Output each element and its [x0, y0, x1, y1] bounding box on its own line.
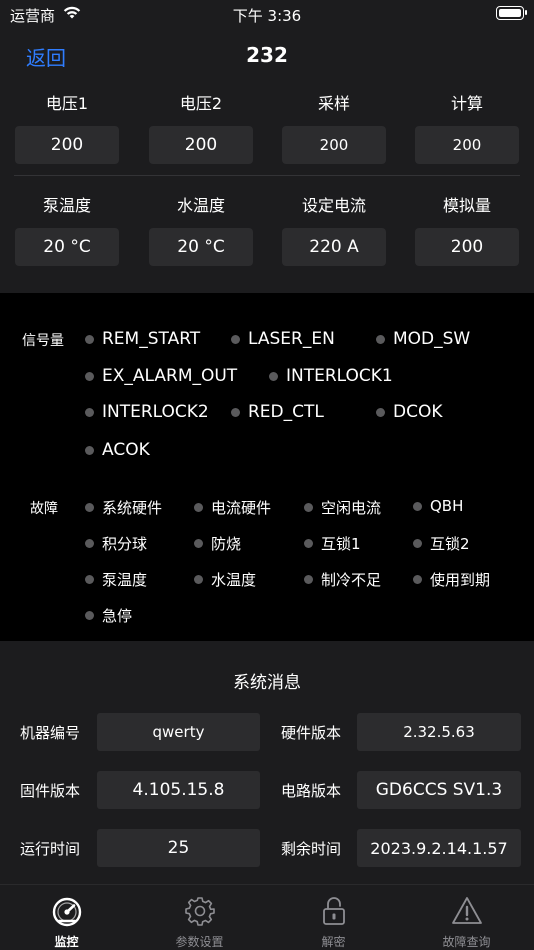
- metric-value-sampling: 200: [282, 126, 386, 164]
- gauge-icon: [52, 897, 81, 927]
- metric-value-calc: 200: [415, 126, 519, 164]
- signal-indicator: INTERLOCK1: [269, 366, 393, 386]
- signal-indicator: RED_CTL: [231, 402, 324, 422]
- tab-monitor[interactable]: 监控: [0, 885, 133, 950]
- status-dot-icon: [304, 503, 313, 512]
- fault-indicator: QBH: [413, 497, 463, 515]
- metric-label-pump-temp: 泵温度: [42, 196, 91, 215]
- gear-icon: [184, 897, 215, 926]
- status-dot-icon: [194, 575, 203, 584]
- status-dot-icon: [413, 539, 422, 548]
- fault-indicator: 空闲电流: [304, 497, 381, 518]
- signal-indicator: EX_ALARM_OUT: [85, 366, 237, 386]
- signals-label: 信号量: [22, 333, 64, 349]
- signal-indicator: INTERLOCK2: [85, 402, 209, 422]
- fault-indicator: 互锁1: [304, 533, 361, 554]
- metric-value-set-current: 220 A: [282, 228, 386, 266]
- status-dot-icon: [85, 539, 94, 548]
- status-dot-icon: [194, 539, 203, 548]
- info-label-firmware-version: 固件版本: [20, 782, 81, 800]
- info-label-remaining-time: 剩余时间: [281, 840, 342, 858]
- status-dot-icon: [194, 503, 203, 512]
- signal-indicator: ACOK: [85, 440, 150, 460]
- fault-indicator: 急停: [85, 605, 132, 626]
- system-section-title: 系统消息: [233, 673, 301, 693]
- tab-label: 参数设置: [175, 935, 224, 949]
- metric-value-analog: 200: [415, 228, 519, 266]
- status-dot-icon: [85, 503, 94, 512]
- info-label-machine-id: 机器编号: [20, 724, 81, 742]
- fault-indicator: 互锁2: [413, 533, 470, 554]
- status-dot-icon: [269, 371, 278, 381]
- info-value-remaining-time: 2023.9.2.14.1.57: [357, 829, 521, 867]
- info-value-machine-id: qwerty: [97, 713, 260, 751]
- status-bar: 运营商 下午 3:36: [0, 0, 534, 28]
- info-value-hardware-version: 2.32.5.63: [357, 713, 521, 751]
- status-dot-icon: [304, 575, 313, 584]
- faults-label: 故障: [30, 501, 58, 517]
- tab-settings[interactable]: 参数设置: [133, 885, 266, 950]
- divider: [14, 175, 520, 176]
- tab-decrypt[interactable]: 解密: [267, 885, 400, 950]
- status-dot-icon: [85, 445, 94, 455]
- metric-label-set-current: 设定电流: [301, 196, 366, 215]
- clock: 下午 3:36: [232, 7, 302, 25]
- fault-indicator: 系统硬件: [85, 497, 162, 518]
- metric-label-water-temp: 水温度: [176, 196, 225, 215]
- metric-label-voltage1: 电压1: [45, 94, 89, 113]
- metric-value-voltage1: 200: [15, 126, 119, 164]
- fault-indicator: 积分球: [85, 533, 147, 554]
- tab-label: 监控: [54, 935, 79, 949]
- status-dot-icon: [376, 407, 385, 417]
- status-dot-icon: [231, 334, 240, 344]
- tab-label: 解密: [321, 935, 346, 949]
- status-dot-icon: [85, 407, 94, 417]
- status-dot-icon: [376, 334, 385, 344]
- info-value-circuit-version: GD6CCS SV1.3: [357, 771, 521, 809]
- tab-fault-query[interactable]: 故障查询: [400, 885, 533, 950]
- page-title: 232: [246, 43, 288, 67]
- metric-value-pump-temp: 20 °C: [15, 228, 119, 266]
- status-dot-icon: [85, 611, 94, 620]
- fault-indicator: 使用到期: [413, 569, 490, 590]
- status-dot-icon: [304, 539, 313, 548]
- status-dot-icon: [413, 575, 422, 584]
- signal-indicator: REM_START: [85, 329, 200, 349]
- status-dot-icon: [413, 501, 422, 511]
- fault-indicator: 制冷不足: [304, 569, 381, 590]
- warning-icon: [451, 897, 482, 924]
- metric-value-water-temp: 20 °C: [149, 228, 253, 266]
- signal-indicator: LASER_EN: [231, 329, 335, 349]
- info-value-run-time: 25: [97, 829, 260, 867]
- battery-icon: [496, 6, 527, 20]
- signal-indicator: DCOK: [376, 402, 443, 422]
- metric-label-sampling: 采样: [317, 94, 350, 113]
- metric-label-calc: 计算: [450, 94, 483, 113]
- tab-label: 故障查询: [442, 935, 491, 949]
- metric-label-analog: 模拟量: [442, 196, 491, 215]
- signal-indicator: MOD_SW: [376, 329, 470, 349]
- fault-indicator: 泵温度: [85, 569, 147, 590]
- status-dot-icon: [85, 334, 94, 344]
- metric-value-voltage2: 200: [149, 126, 253, 164]
- fault-indicator: 电流硬件: [194, 497, 271, 518]
- status-dot-icon: [231, 407, 240, 417]
- metric-label-voltage2: 电压2: [179, 94, 223, 113]
- status-dot-icon: [85, 371, 94, 381]
- info-value-firmware-version: 4.105.15.8: [97, 771, 260, 809]
- status-dot-icon: [85, 575, 94, 584]
- lock-icon: [322, 897, 345, 925]
- tab-bar: 监控 参数设置 解密 故障查询: [0, 884, 534, 950]
- fault-indicator: 水温度: [194, 569, 256, 590]
- info-label-hardware-version: 硬件版本: [281, 724, 342, 742]
- info-label-run-time: 运行时间: [20, 840, 81, 858]
- signal-panel: 信号量 REM_START LASER_EN MOD_SW EX_ALARM_O…: [0, 293, 534, 641]
- info-label-circuit-version: 电路版本: [281, 782, 342, 800]
- fault-indicator: 防烧: [194, 533, 241, 554]
